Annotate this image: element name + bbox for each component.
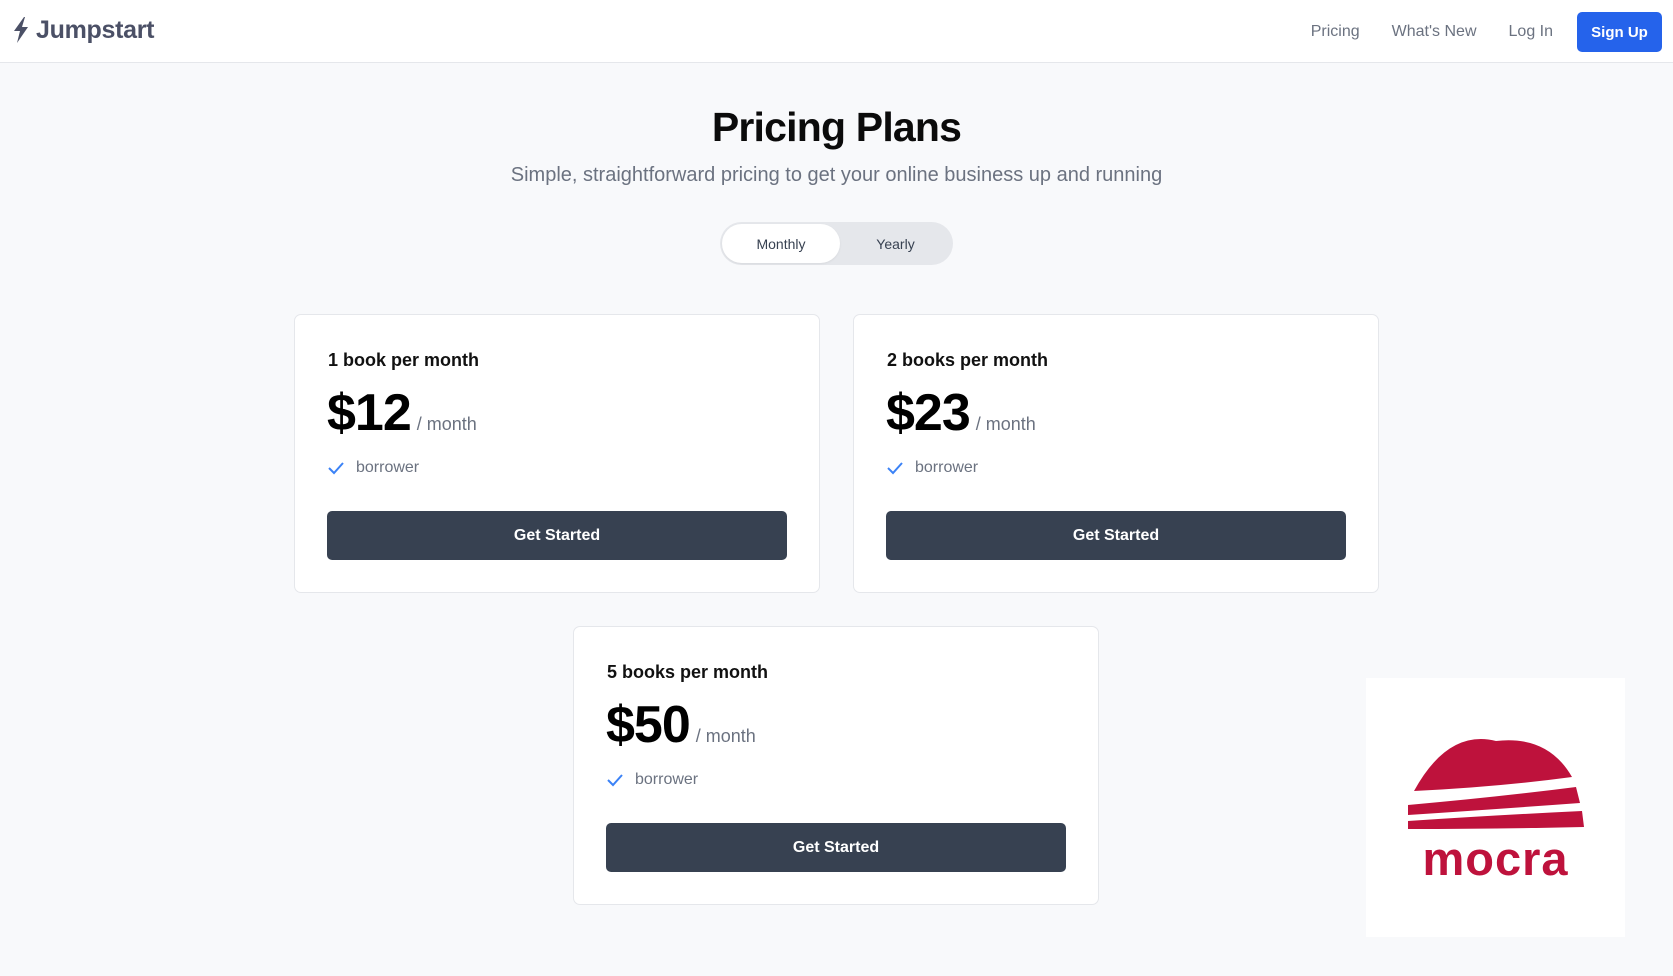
- billing-period-toggle: Monthly Yearly: [720, 222, 953, 265]
- plan-name: 1 book per month: [328, 350, 480, 370]
- plan-card: 2 books per month $23 / month borrower G…: [853, 314, 1379, 593]
- top-nav-bar: Jumpstart Pricing What's New Log In Sign…: [0, 0, 1673, 63]
- plan-price-row: $12 / month: [327, 383, 477, 443]
- plan-name: 2 books per month: [887, 350, 1049, 370]
- brand-name: Jumpstart: [36, 15, 155, 44]
- plan-name: 5 books per month: [607, 662, 769, 682]
- plan-price: $50: [606, 696, 691, 754]
- page-subtitle: Simple, straightforward pricing to get y…: [510, 164, 1163, 186]
- check-icon: [607, 774, 623, 787]
- plan-price: $23: [886, 384, 971, 442]
- plan-feature: borrower: [887, 459, 978, 477]
- feature-text: borrower: [635, 771, 699, 788]
- get-started-button[interactable]: Get Started: [886, 511, 1346, 560]
- nav-whats-new[interactable]: What's New: [1392, 23, 1477, 41]
- mocra-badge: mocra: [1366, 678, 1625, 937]
- main-nav: Pricing What's New Log In Sign Up: [1311, 12, 1662, 52]
- get-started-button[interactable]: Get Started: [327, 511, 787, 560]
- plan-price-row: $23 / month: [886, 383, 1036, 443]
- nav-pricing[interactable]: Pricing: [1311, 23, 1360, 41]
- mocra-wordmark: mocra: [1422, 832, 1569, 885]
- plan-period: / month: [416, 414, 477, 434]
- plan-feature: borrower: [607, 771, 698, 789]
- plan-card: 5 books per month $50 / month borrower G…: [573, 626, 1099, 905]
- toggle-yearly[interactable]: Yearly: [840, 224, 951, 263]
- check-icon: [328, 462, 344, 475]
- brand-logo[interactable]: Jumpstart: [12, 12, 154, 48]
- plan-price-row: $50 / month: [606, 695, 756, 755]
- feature-text: borrower: [915, 459, 979, 476]
- lightning-bolt-icon: [14, 17, 28, 43]
- plan-card: 1 book per month $12 / month borrower Ge…: [294, 314, 820, 593]
- sign-up-button[interactable]: Sign Up: [1577, 12, 1662, 52]
- mocra-logo-icon: [1407, 739, 1584, 829]
- feature-text: borrower: [356, 459, 420, 476]
- check-icon: [887, 462, 903, 475]
- page-title: Pricing Plans: [711, 104, 962, 150]
- toggle-monthly[interactable]: Monthly: [722, 224, 840, 263]
- nav-log-in[interactable]: Log In: [1509, 23, 1553, 41]
- plan-feature: borrower: [328, 459, 419, 477]
- plan-period: / month: [975, 414, 1036, 434]
- plan-price: $12: [327, 384, 412, 442]
- get-started-button[interactable]: Get Started: [606, 823, 1066, 872]
- plan-period: / month: [695, 726, 756, 746]
